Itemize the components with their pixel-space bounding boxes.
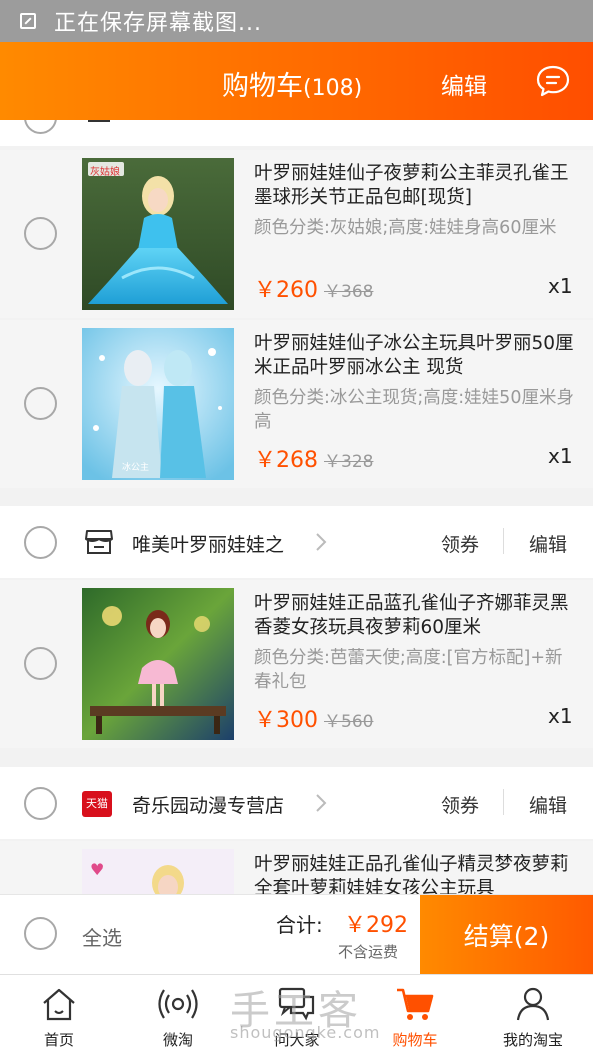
page-title: 购物车(108): [222, 64, 362, 103]
product-image[interactable]: 灰姑娘: [82, 158, 234, 310]
product-title[interactable]: 叶罗丽娃娃仙子冰公主玩具叶罗丽50厘米正品叶罗丽冰公主 现货: [254, 332, 576, 380]
tab-ask[interactable]: 问大家: [242, 975, 352, 1054]
product-title[interactable]: 叶罗丽娃娃正品蓝孔雀仙子齐娜菲灵黑香菱女孩玩具夜萝莉60厘米: [254, 592, 576, 640]
message-icon[interactable]: [535, 64, 571, 98]
quantity: x1: [548, 444, 573, 468]
product-spec[interactable]: 颜色分类:芭蕾天使;高度:[官方标配]+新春礼包: [254, 646, 576, 694]
product-image[interactable]: 冰公主: [82, 328, 234, 480]
doll-image-ballet: [82, 588, 234, 740]
cart-item[interactable]: 冰公主 叶罗丽娃娃仙子冰公主玩具叶罗丽50厘米正品叶罗丽冰公主 现货 颜色分类:…: [0, 320, 593, 488]
chevron-right-icon[interactable]: [314, 531, 328, 553]
product-spec[interactable]: 颜色分类:灰姑娘;高度:娃娃身高60厘米: [254, 216, 576, 240]
person-icon: [516, 987, 550, 1021]
divider: [503, 528, 504, 554]
shop-select-radio[interactable]: [24, 787, 57, 820]
tmall-badge: 天猫: [82, 791, 112, 817]
product-image[interactable]: ♥: [82, 849, 234, 894]
shop-name[interactable]: 唯美叶罗丽娃娃之: [132, 530, 284, 557]
tab-label: 购物车: [392, 1031, 438, 1049]
shipping-note: 不含运费: [338, 943, 399, 961]
chat-bubbles-icon: [278, 987, 315, 1021]
cart-item[interactable]: ♥ 叶罗丽娃娃正品孔雀仙子精灵梦夜萝莉全套叶萝莉娃娃女孩公主玩具: [0, 841, 593, 894]
shop-edit-button[interactable]: 编辑: [529, 791, 567, 818]
tab-cart[interactable]: 购物车: [360, 975, 470, 1054]
select-all-label[interactable]: 全选: [82, 922, 122, 951]
coupon-button[interactable]: 领券: [441, 530, 479, 557]
store-icon: [88, 120, 110, 122]
shop-edit-button[interactable]: 编辑: [529, 530, 567, 557]
svg-text:♥: ♥: [90, 860, 104, 879]
shop-select-radio[interactable]: [24, 526, 57, 559]
tab-label: 问大家: [274, 1031, 320, 1049]
original-price: ￥328: [324, 452, 374, 472]
store-icon: [85, 530, 113, 554]
tab-weitao[interactable]: 微淘: [123, 975, 233, 1054]
thumb-label: 冰公主: [122, 463, 150, 473]
doll-image-ice: [82, 328, 234, 480]
doll-image-blue: [82, 158, 234, 310]
screenshot-icon: [20, 13, 36, 29]
select-all-radio[interactable]: [24, 917, 57, 950]
doll-image-pink: ♥: [82, 849, 234, 894]
tab-label: 首页: [43, 1031, 74, 1049]
quantity: x1: [548, 704, 573, 728]
broadcast-icon: [158, 989, 198, 1019]
status-text: 正在保存屏幕截图...: [54, 11, 262, 36]
product-price: ￥260: [254, 278, 318, 303]
tab-home[interactable]: 首页: [4, 975, 114, 1054]
bottom-tab-bar: 首页 微淘 问大家 购物车 我的淘宝: [0, 974, 593, 1054]
product-image[interactable]: [82, 588, 234, 740]
chevron-right-icon[interactable]: [314, 792, 328, 814]
original-price: ￥560: [324, 712, 374, 732]
home-icon: [43, 988, 75, 1021]
item-select-radio[interactable]: [24, 647, 57, 680]
thumb-label: 灰姑娘: [90, 167, 120, 178]
item-select-radio[interactable]: [24, 387, 57, 420]
header-bar: 购物车(108) 编辑: [0, 42, 593, 120]
product-price: ￥300: [254, 708, 318, 733]
cart-item[interactable]: 灰姑娘 叶罗丽娃娃仙子夜萝莉公主菲灵孔雀王墨球形关节正品包邮[现货] 颜色分类:…: [0, 150, 593, 318]
checkout-button[interactable]: 结算(2): [420, 895, 593, 975]
shop-name[interactable]: 奇乐园动漫专营店: [132, 791, 284, 818]
item-select-radio[interactable]: [24, 217, 57, 250]
product-title[interactable]: 叶罗丽娃娃仙子夜萝莉公主菲灵孔雀王墨球形关节正品包邮[现货]: [254, 162, 576, 210]
edit-cart-button[interactable]: 编辑: [441, 67, 487, 101]
shop-header[interactable]: 天猫 奇乐园动漫专营店 领券 编辑: [0, 767, 593, 839]
cart-icon: [397, 988, 434, 1020]
shop-select-radio[interactable]: [24, 120, 57, 134]
tab-label: 微淘: [162, 1031, 193, 1049]
page-title-text: 购物车: [222, 71, 303, 102]
cart-count: (108): [303, 76, 363, 101]
divider: [503, 789, 504, 815]
product-price: ￥268: [254, 448, 318, 473]
total-amount: ￥292: [344, 913, 408, 938]
cart-list[interactable]: 灰姑娘 叶罗丽娃娃仙子夜萝莉公主菲灵孔雀王墨球形关节正品包邮[现货] 颜色分类:…: [0, 120, 593, 894]
quantity: x1: [548, 274, 573, 298]
product-title[interactable]: 叶罗丽娃娃正品孔雀仙子精灵梦夜萝莉全套叶萝莉娃娃女孩公主玩具: [254, 853, 576, 894]
original-price: ￥368: [324, 282, 374, 302]
checkout-bar: 全选 合计: ￥292 不含运费 结算(2): [0, 894, 593, 975]
coupon-button[interactable]: 领券: [441, 791, 479, 818]
cart-item[interactable]: 叶罗丽娃娃正品蓝孔雀仙子齐娜菲灵黑香菱女孩玩具夜萝莉60厘米 颜色分类:芭蕾天使…: [0, 580, 593, 748]
tab-label: 我的淘宝: [502, 1031, 563, 1049]
tab-my-taobao[interactable]: 我的淘宝: [478, 975, 588, 1054]
shop-header[interactable]: 唯美叶罗丽娃娃之 领券 编辑: [0, 506, 593, 578]
product-spec[interactable]: 颜色分类:冰公主现货;高度:娃娃50厘米身高: [254, 386, 576, 434]
status-bar: 正在保存屏幕截图...: [0, 0, 593, 42]
shop-header-partial: [0, 120, 593, 146]
total-label: 合计:: [276, 913, 323, 937]
